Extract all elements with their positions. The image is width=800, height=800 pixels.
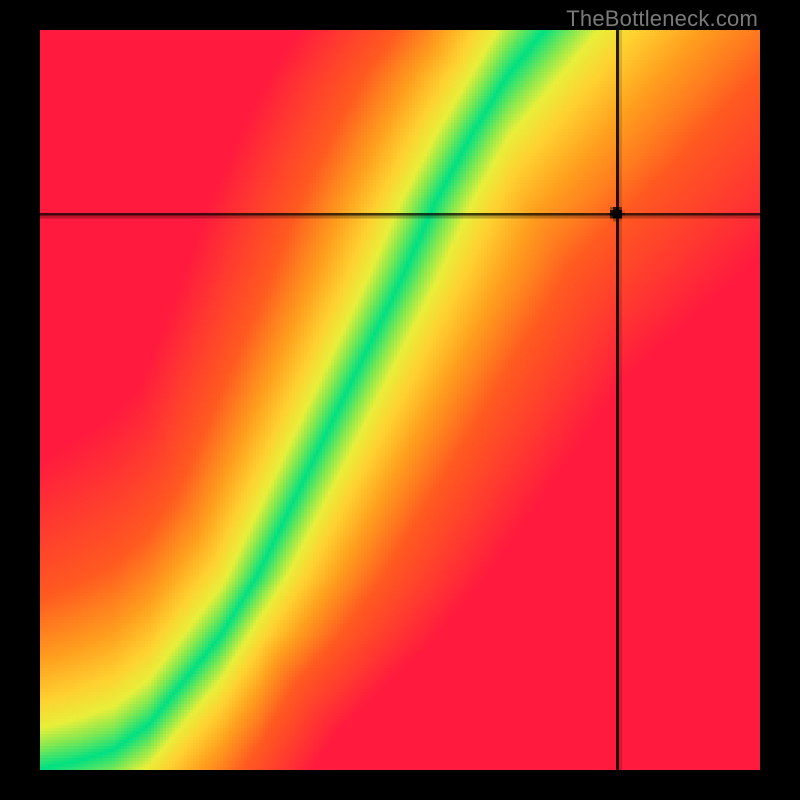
watermark-text: TheBottleneck.com [566,6,758,32]
chart-frame: TheBottleneck.com [0,0,800,800]
bottleneck-heatmap [40,30,760,770]
